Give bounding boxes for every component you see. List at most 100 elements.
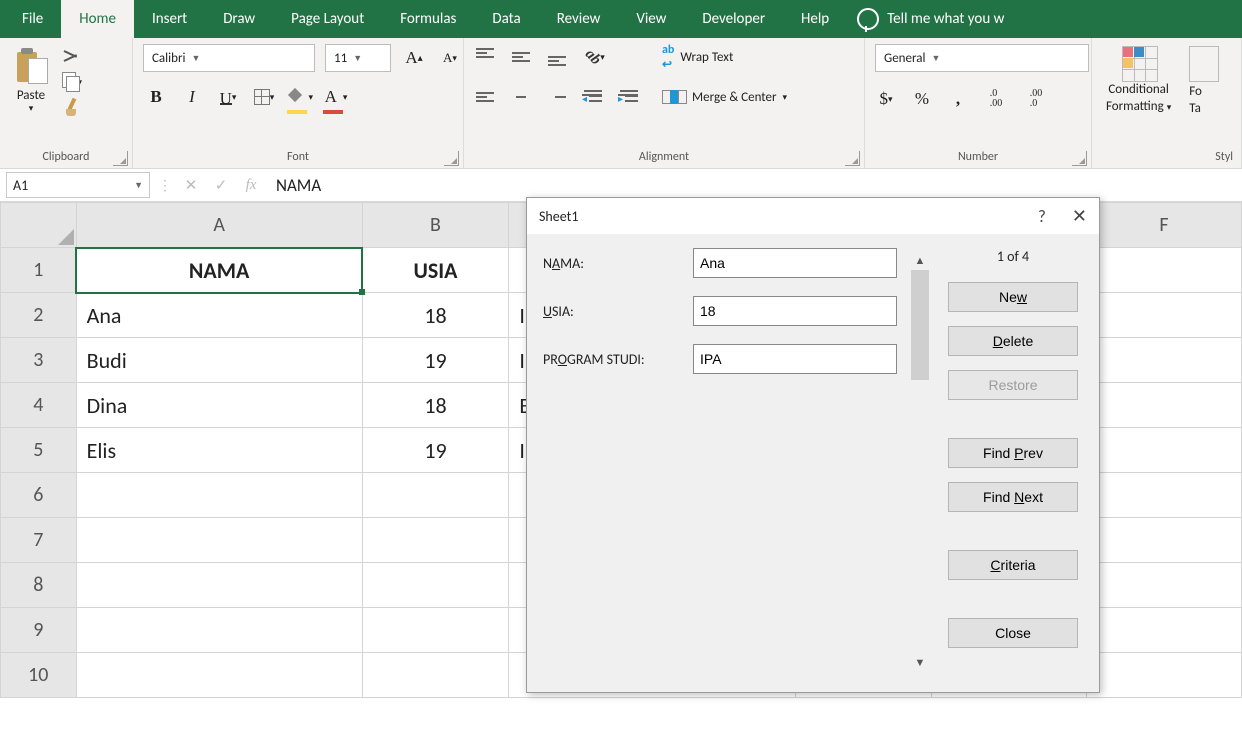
decrease-font-button[interactable]: A▾ [437,45,463,71]
row-header-8[interactable]: 8 [1,563,77,608]
cell-B2[interactable]: 18 [362,293,509,338]
increase-font-button[interactable]: A▴ [401,45,427,71]
row-header-7[interactable]: 7 [1,518,77,563]
percent-button[interactable]: % [911,86,933,112]
scroll-up-button[interactable]: ▲ [911,252,929,270]
align-right-button[interactable] [546,84,568,110]
cell-A5[interactable]: Elis [76,428,362,473]
enter-button[interactable]: ✓ [210,176,232,195]
tab-review[interactable]: Review [539,0,619,38]
field-program-input[interactable] [693,344,897,374]
find-prev-button[interactable]: Find Prev [948,438,1078,468]
increase-decimal-button[interactable]: .0.00 [983,86,1009,112]
cell-A1[interactable]: NAMA [76,248,362,293]
new-button[interactable]: New [948,282,1078,312]
row-header-1[interactable]: 1 [1,248,77,293]
dialog-scrollbar[interactable]: ▲ ▼ [911,248,929,678]
font-size-combo[interactable]: 11▼ [325,44,391,72]
cell-B4[interactable]: 18 [362,383,509,428]
row-header-6[interactable]: 6 [1,473,77,518]
font-color-button[interactable]: A ▾ [323,84,349,110]
col-header-F[interactable]: F [1086,203,1241,248]
col-header-A[interactable]: A [76,203,362,248]
tab-developer[interactable]: Developer [684,0,783,38]
cut-button[interactable] [62,46,82,66]
tab-formulas[interactable]: Formulas [382,0,474,38]
number-format-value: General [884,51,925,66]
tab-page-layout[interactable]: Page Layout [273,0,382,38]
align-left-button[interactable] [474,84,496,110]
currency-button[interactable]: $ ▾ [875,86,897,112]
merge-center-button[interactable]: Merge & Center ▾ [656,84,793,110]
delete-button[interactable]: Delete [948,326,1078,356]
number-launcher[interactable] [1072,151,1087,166]
align-top-button[interactable] [474,44,496,70]
cell-F1[interactable] [1086,248,1241,293]
clipboard-launcher[interactable] [113,151,128,166]
format-painter-button[interactable] [62,98,82,118]
close-button[interactable]: Close [948,618,1078,648]
field-usia-input[interactable] [693,296,897,326]
align-center-button[interactable] [510,84,532,110]
align-middle-button[interactable] [510,44,532,70]
tab-help[interactable]: Help [783,0,847,38]
scroll-thumb[interactable] [911,270,929,380]
paste-button[interactable]: Paste ▾ [10,44,52,116]
name-box[interactable]: A1▼ [6,172,150,198]
row-header-4[interactable]: 4 [1,383,77,428]
find-next-button[interactable]: Find Next [948,482,1078,512]
formula-input[interactable]: NAMA [270,173,1236,197]
font-name-combo[interactable]: Calibri▼ [143,44,315,72]
cancel-button[interactable]: ✕ [180,176,202,195]
formula-value: NAMA [276,175,321,196]
dialog-titlebar[interactable]: Sheet1 ? ✕ [527,198,1099,234]
tab-data[interactable]: Data [474,0,538,38]
field-program-label: PROGRAM STUDI: [543,351,693,368]
scroll-down-button[interactable]: ▼ [911,654,929,672]
dialog-close-button[interactable]: ✕ [1072,205,1087,227]
tab-insert[interactable]: Insert [134,0,205,38]
fx-button[interactable]: fx [240,177,262,194]
borders-button[interactable]: ▾ [251,84,277,110]
tab-home[interactable]: Home [61,0,134,38]
orientation-button[interactable]: ab ▾ [582,44,608,70]
dialog-help-button[interactable]: ? [1038,206,1046,227]
tab-file[interactable]: File [4,0,61,38]
increase-indent-button[interactable]: ▸ [618,84,640,110]
cell-B5[interactable]: 19 [362,428,509,473]
decrease-decimal-button[interactable]: .00.0 [1023,86,1049,112]
col-header-B[interactable]: B [362,203,509,248]
alignment-launcher[interactable] [845,151,860,166]
format-table-button[interactable]: Fo Ta [1185,44,1223,118]
row-header-10[interactable]: 10 [1,653,77,698]
tab-draw[interactable]: Draw [205,0,273,38]
fill-color-button[interactable]: ▾ [287,84,313,110]
wrap-text-button[interactable]: ab↩Wrap Text [656,44,793,70]
tell-me[interactable]: Tell me what you w [857,8,1004,30]
cell-A2[interactable]: Ana [76,293,362,338]
cell-A4[interactable]: Dina [76,383,362,428]
cell-B1[interactable]: USIA [362,248,509,293]
row-header-3[interactable]: 3 [1,338,77,383]
criteria-button[interactable]: Criteria [948,550,1078,580]
decrease-indent-button[interactable]: ◂ [582,84,604,110]
row-header-2[interactable]: 2 [1,293,77,338]
row-header-5[interactable]: 5 [1,428,77,473]
tab-view[interactable]: View [618,0,684,38]
cell-B3[interactable]: 19 [362,338,509,383]
comma-button[interactable]: , [947,86,969,112]
row-header-9[interactable]: 9 [1,608,77,653]
ribbon: Paste ▾ ▾ Clipboard Calibri▼ 11▼ A▴ A▾ B… [0,38,1242,169]
conditional-formatting-button[interactable]: Conditional Formatting ▾ [1102,44,1175,116]
align-bottom-button[interactable] [546,44,568,70]
bold-button[interactable]: B [143,84,169,110]
number-format-combo[interactable]: General▼ [875,44,1089,72]
select-all-button[interactable] [1,203,77,248]
field-nama-input[interactable] [693,248,897,278]
copy-button[interactable]: ▾ [62,72,82,92]
cell-A3[interactable]: Budi [76,338,362,383]
font-launcher[interactable] [444,151,459,166]
orientation-icon: ab [581,46,604,69]
italic-button[interactable]: I [179,84,205,110]
underline-button[interactable]: U ▾ [215,84,241,110]
